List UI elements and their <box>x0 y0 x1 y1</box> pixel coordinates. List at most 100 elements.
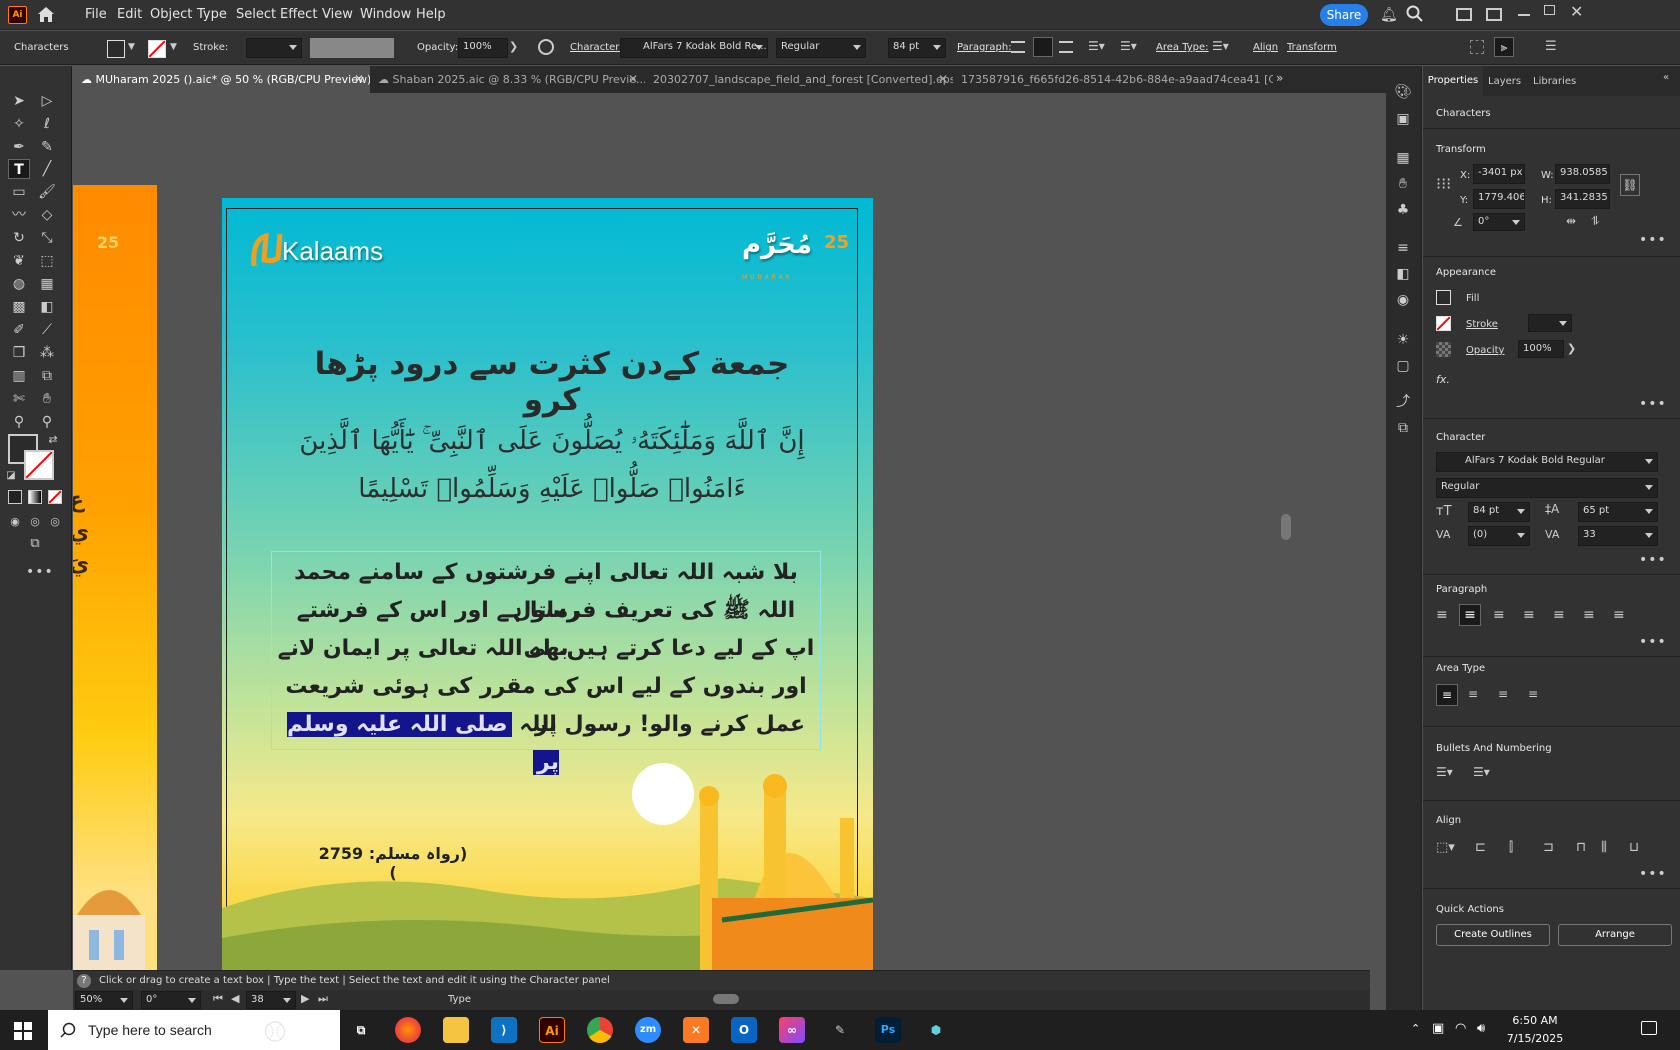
panel-menu-icon[interactable]: ☰ <box>1545 39 1557 54</box>
windows-start-icon[interactable] <box>14 1022 32 1043</box>
isolate-icon[interactable] <box>1470 40 1484 54</box>
artboards-icon[interactable]: ⧉ <box>1392 418 1414 438</box>
last-artboard-icon[interactable]: ⏭ <box>318 992 328 1006</box>
bullets-icon[interactable]: ☰▾ <box>1088 39 1105 53</box>
pen-app-icon[interactable]: ✎ <box>827 1017 853 1043</box>
paragraph-align-center-icon[interactable]: ≡ <box>1459 604 1481 626</box>
more-tools-icon[interactable]: ••• <box>26 564 54 580</box>
vscode-icon[interactable]: ⟩ <box>491 1017 517 1043</box>
illustrator-app-icon[interactable]: Ai <box>8 6 27 24</box>
menu-type[interactable]: Type <box>197 7 227 22</box>
width-field[interactable]: 938.0585 p <box>1555 164 1610 184</box>
none-mode-icon[interactable] <box>48 490 62 504</box>
default-colors-icon[interactable]: ◪ <box>0 466 22 486</box>
export-icon[interactable]: ⤴ <box>1392 392 1414 412</box>
paragraph-align-right-icon[interactable]: ≡ <box>1493 607 1505 623</box>
menu-file[interactable]: File <box>85 7 107 22</box>
justify-center-icon[interactable]: ≡ <box>1553 607 1565 623</box>
text-frame-bounding-box[interactable]: بلا شبہ اللہ تعالی اپنے فرشتوں کے سامنے … <box>271 551 821 775</box>
color-mode-icon[interactable] <box>8 490 22 504</box>
transform-label[interactable]: Transform <box>1287 42 1337 53</box>
help-icon[interactable]: ? <box>77 974 91 988</box>
gradient-tool-icon[interactable]: ◧ <box>36 297 58 317</box>
chrome-icon[interactable] <box>587 1017 613 1043</box>
menu-view[interactable]: View <box>322 7 353 22</box>
first-artboard-icon[interactable]: ⏮ <box>213 992 223 1006</box>
effects-fx-icon[interactable]: fx. <box>1436 373 1450 386</box>
gradient-panel-icon[interactable]: ◧ <box>1392 264 1414 284</box>
flip-vertical-icon[interactable]: ⥮ <box>1591 214 1600 229</box>
menu-object[interactable]: Object <box>150 7 192 22</box>
area-type-bottom-icon[interactable]: ≡ <box>1498 687 1508 701</box>
minimize-icon[interactable] <box>1518 14 1530 16</box>
justify-all-icon[interactable]: ≡ <box>1613 607 1625 623</box>
pen-tool-icon[interactable]: ✒ <box>8 137 30 157</box>
paragraph-more-icon[interactable]: ••• <box>1639 634 1667 650</box>
network-icon[interactable]: ▣ <box>1432 1021 1444 1036</box>
graphic-styles-icon[interactable]: ▢ <box>1392 356 1414 376</box>
align-label[interactable]: Align <box>1253 42 1278 53</box>
font-style-field[interactable]: Regular <box>776 38 866 58</box>
swap-fill-stroke-icon[interactable]: ⇄ <box>42 430 64 450</box>
tab-close-icon[interactable]: ✕ <box>354 72 364 86</box>
zoom-field[interactable]: 50% <box>75 991 133 1009</box>
zoom-tool-icon[interactable]: ⚲ <box>36 412 58 432</box>
leading-dropdown[interactable]: 65 pt <box>1578 502 1658 522</box>
character-more-icon[interactable]: ••• <box>1639 552 1667 568</box>
kerning-dropdown[interactable]: (0) <box>1468 526 1530 546</box>
arrange-docs-icon[interactable] <box>1486 8 1502 21</box>
screen-mode-icon[interactable]: ⧉ <box>24 534 46 554</box>
swatches-icon[interactable]: ▦ <box>1392 148 1414 168</box>
align-left-icon[interactable] <box>1011 41 1025 53</box>
tab-layers[interactable]: Layers <box>1488 76 1521 87</box>
flip-horizontal-icon[interactable]: ⇹ <box>1566 214 1576 228</box>
illustrator-taskbar-icon[interactable]: Ai <box>539 1017 565 1043</box>
task-view-icon[interactable]: ⧉ <box>348 1017 374 1043</box>
opacity-field[interactable]: 100% <box>1518 340 1564 358</box>
type-tool-icon[interactable]: T <box>8 159 30 179</box>
align-center-icon[interactable] <box>1033 37 1053 57</box>
eraser-tool-icon[interactable]: ◇ <box>36 205 58 225</box>
restore-icon[interactable] <box>1544 5 1555 15</box>
constrain-proportions-icon[interactable]: ⛓ <box>1620 174 1640 196</box>
collapse-panel-icon[interactable]: « <box>1663 72 1669 83</box>
more-tabs-icon[interactable]: » <box>1276 71 1283 85</box>
symbol-sprayer-tool-icon[interactable]: ⁂ <box>36 343 58 363</box>
rectangle-tool-icon[interactable]: ▭ <box>8 182 30 202</box>
brushes-icon[interactable]: ✋︎ <box>1392 174 1414 194</box>
free-transform-tool-icon[interactable]: ⬚ <box>36 251 58 271</box>
lasso-tool-icon[interactable]: ℓ <box>36 114 58 134</box>
current-tool-label[interactable]: Type <box>448 994 471 1005</box>
prev-artboard-icon[interactable]: ◀ <box>231 992 239 1005</box>
slice-tool-icon[interactable]: ✄ <box>8 389 30 409</box>
fill-dropdown-icon[interactable]: ▼ <box>128 42 135 52</box>
transform-more-icon[interactable]: ••• <box>1639 232 1667 248</box>
draw-behind-icon[interactable]: ◎ <box>24 512 46 532</box>
area-type-icon[interactable]: ☰▾ <box>1212 39 1229 53</box>
area-type-top-icon[interactable]: ≡ <box>1436 684 1458 706</box>
tray-chevron-icon[interactable]: ⌃ <box>1411 1022 1420 1035</box>
warp-tool-icon[interactable]: ❦ <box>8 251 30 271</box>
appearance-more-icon[interactable]: ••• <box>1639 396 1667 412</box>
vertical-scrollbar[interactable] <box>1281 514 1291 540</box>
firefox-icon[interactable] <box>395 1017 421 1043</box>
stroke-label[interactable]: Stroke <box>1466 319 1498 330</box>
line-tool-icon[interactable]: ╱ <box>36 159 58 179</box>
draw-inside-icon[interactable]: ◎ <box>44 512 66 532</box>
paragraph-label[interactable]: Paragraph: <box>957 42 1012 53</box>
file-explorer-icon[interactable] <box>443 1017 469 1043</box>
paragraph-align-left-icon[interactable]: ≡ <box>1436 607 1448 623</box>
justify-right-icon[interactable]: ≡ <box>1583 607 1595 623</box>
share-button[interactable]: Share <box>1320 4 1368 26</box>
image-trace-icon[interactable]: ▣ <box>1392 109 1414 129</box>
symbols-icon[interactable]: ♣ <box>1392 200 1414 220</box>
menu-effect[interactable]: Effect <box>280 7 317 22</box>
stroke-color-swatch[interactable] <box>24 450 54 480</box>
recolor-icon[interactable] <box>538 39 554 55</box>
area-type-justify-icon[interactable]: ≡ <box>1528 687 1538 701</box>
creative-cloud-icon[interactable]: ∞ <box>779 1017 805 1043</box>
font-size-field[interactable]: 84 pt <box>888 38 946 58</box>
tab-muharam[interactable]: ☁ MUharam 2025 ().aic* @ 50 % (RGB/CPU P… <box>73 66 370 93</box>
opacity-label[interactable]: Opacity <box>1466 345 1504 356</box>
body-line-3[interactable]: اپ کے لیے دعا کرتے ہیں. اے اللہ تعالی پر… <box>272 630 820 668</box>
